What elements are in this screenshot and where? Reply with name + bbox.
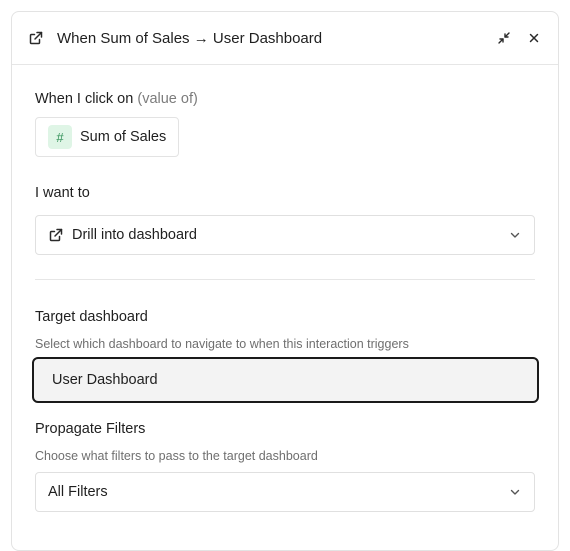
chevron-down-icon — [508, 228, 522, 242]
close-button[interactable] — [524, 28, 544, 48]
panel-title: When Sum of Sales → User Dashboard — [57, 29, 323, 47]
trigger-label-suffix: (value of) — [137, 91, 198, 107]
close-icon — [528, 32, 540, 44]
propagate-filters-label: Propagate Filters — [35, 421, 146, 437]
action-select[interactable]: Drill into dashboard — [35, 215, 535, 255]
number-type-icon: # — [48, 125, 72, 149]
target-dashboard-label: Target dashboard — [35, 309, 148, 325]
section-divider — [35, 279, 535, 280]
propagate-filters-value: All Filters — [48, 484, 108, 500]
trigger-column-chip[interactable]: # Sum of Sales — [35, 117, 180, 157]
chevron-down-icon — [508, 485, 522, 499]
trigger-label: When I click on (value of) — [35, 91, 198, 107]
panel-header: When Sum of Sales → User Dashboard — [12, 12, 558, 65]
trigger-label-text: When I click on — [35, 91, 134, 107]
target-dashboard-input[interactable] — [32, 357, 539, 403]
target-dashboard-help: Select which dashboard to navigate to wh… — [35, 337, 409, 351]
interaction-panel: When Sum of Sales → User Dashboard When — [11, 11, 559, 551]
action-label: I want to — [35, 185, 90, 201]
propagate-filters-help: Choose what filters to pass to the targe… — [35, 449, 318, 463]
collapse-button[interactable] — [494, 28, 514, 48]
collapse-icon — [497, 31, 511, 45]
propagate-filters-select[interactable]: All Filters — [35, 472, 535, 512]
external-link-icon — [28, 30, 44, 46]
trigger-column-name: Sum of Sales — [80, 129, 167, 145]
external-link-icon — [48, 227, 64, 243]
action-select-value: Drill into dashboard — [72, 227, 197, 243]
